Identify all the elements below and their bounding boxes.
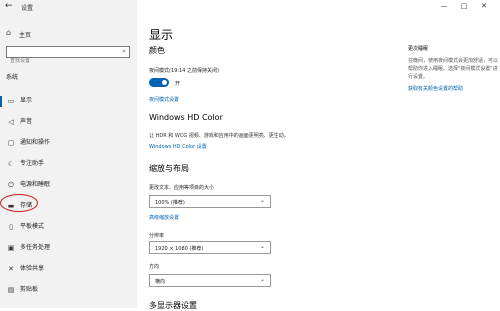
minimize-button[interactable]: — — [434, 2, 454, 10]
sidebar-item-notifications[interactable]: ▢ 通知和操作 — [0, 134, 137, 155]
sidebar-item-tablet[interactable]: ▯ 平板模式 — [0, 218, 137, 239]
highlight-circle-annotation — [0, 194, 38, 212]
main-content: — □ ✕ 显示 颜色 夜间模式(19:14 之前保持关闭) 开 夜间模式设置 Wi… — [137, 0, 500, 310]
sidebar-item-label: 剪贴板 — [20, 286, 39, 293]
night-light-toggle[interactable] — [149, 78, 169, 87]
night-light-label: 夜间模式(19:14 之前保持关闭) — [149, 68, 219, 74]
scale-dropdown[interactable]: 100% (推荐) ⌄ — [149, 195, 271, 208]
maximize-button[interactable]: □ — [454, 2, 474, 10]
sidebar-item-label: 声音 — [20, 118, 33, 125]
side-panel-description: 在晚间，使用夜间模式会更加舒适，可以帮助你进入睡眠。选择"夜间模式设置"进行设置… — [408, 58, 499, 80]
sidebar-item-display[interactable]: ▭ 显示 — [0, 92, 137, 113]
night-light-settings-link[interactable]: 夜间模式设置 — [149, 96, 179, 103]
color-heading: 颜色 — [149, 46, 165, 55]
resolution-label: 分辨率 — [149, 233, 165, 239]
sidebar: ← 设置 ⌂ 主页 ⌕ 系统 ▭ 显示 ◁ 声音 ▢ 通知和操作 ☾ 专注助手 … — [0, 0, 137, 308]
app-title: 设置 — [21, 5, 34, 12]
home-icon: ⌂ — [6, 28, 12, 37]
sidebar-item-home[interactable]: ⌂ 主页 — [0, 28, 137, 40]
night-light-state: 开 — [175, 81, 181, 87]
multi-display-heading: 多显示器设置 — [149, 301, 197, 310]
chevron-down-icon: ⌄ — [259, 276, 265, 283]
resolution-dropdown[interactable]: 1920 × 1080 (推荐) ⌄ — [149, 241, 271, 254]
search-icon[interactable]: ⌕ — [122, 47, 126, 56]
monitor-icon: ▭ — [7, 97, 15, 105]
chevron-down-icon: ⌄ — [259, 243, 265, 250]
side-panel-title: 更次睡眠 — [408, 46, 429, 52]
scale-label: 更改文本、应用等项目的大小 — [149, 185, 215, 191]
title-bar: ← 设置 — [0, 0, 137, 16]
sidebar-item-shared-experiences[interactable]: ✕ 体验共享 — [0, 260, 137, 281]
sidebar-item-label: 多任务处理 — [20, 244, 51, 251]
sidebar-item-label: 体验共享 — [20, 265, 45, 272]
notification-icon: ▢ — [7, 139, 15, 147]
speaker-icon: ◁ — [8, 118, 14, 126]
chevron-down-icon: ⌄ — [259, 197, 265, 204]
color-help-link[interactable]: 获取有关颜色设置的帮助 — [408, 85, 463, 92]
home-label: 主页 — [19, 32, 32, 39]
resolution-value: 1920 × 1080 (推荐) — [155, 246, 204, 252]
power-icon: ⏻ — [8, 181, 14, 189]
scale-value: 100% (推荐) — [155, 200, 185, 206]
hdr-description: 让 HDR 和 WCG 视频、游戏和应用中的画面更明亮、更生动。 — [149, 133, 289, 139]
sidebar-item-focus-assist[interactable]: ☾ 专注助手 — [0, 155, 137, 176]
sidebar-item-sound[interactable]: ◁ 声音 — [0, 113, 137, 134]
search-box[interactable]: ⌕ — [6, 46, 130, 66]
sidebar-item-label: 电源和睡眠 — [20, 181, 51, 188]
share-icon: ✕ — [8, 265, 14, 273]
search-input[interactable] — [7, 56, 118, 66]
tablet-icon: ▯ — [9, 223, 13, 231]
sidebar-item-label: 显示 — [20, 97, 33, 104]
multitask-icon: ▣ — [7, 244, 15, 252]
sidebar-item-clipboard[interactable]: ▤ 剪贴板 — [0, 281, 137, 302]
close-button[interactable]: ✕ — [474, 2, 494, 10]
window-controls: — □ ✕ — [434, 2, 494, 10]
moon-icon: ☾ — [7, 160, 15, 168]
back-arrow-icon[interactable]: ← — [5, 1, 13, 11]
orientation-dropdown[interactable]: 横向 ⌄ — [149, 274, 271, 287]
scale-layout-heading: 缩放与布局 — [149, 164, 189, 173]
sidebar-item-label: 通知和操作 — [20, 139, 51, 146]
section-label-system: 系统 — [6, 74, 19, 81]
hdr-heading: Windows HD Color — [149, 113, 223, 122]
clipboard-icon: ▤ — [7, 286, 15, 294]
page-title: 显示 — [149, 28, 174, 42]
orientation-label: 方向 — [149, 264, 160, 270]
sidebar-item-multitasking[interactable]: ▣ 多任务处理 — [0, 239, 137, 260]
orientation-value: 横向 — [155, 279, 166, 285]
advanced-scaling-link[interactable]: 高级缩放设置 — [149, 214, 179, 221]
sidebar-item-label: 专注助手 — [20, 160, 45, 167]
sidebar-item-label: 平板模式 — [20, 223, 45, 230]
hdr-settings-link[interactable]: Windows HD Color 设置 — [149, 143, 207, 150]
